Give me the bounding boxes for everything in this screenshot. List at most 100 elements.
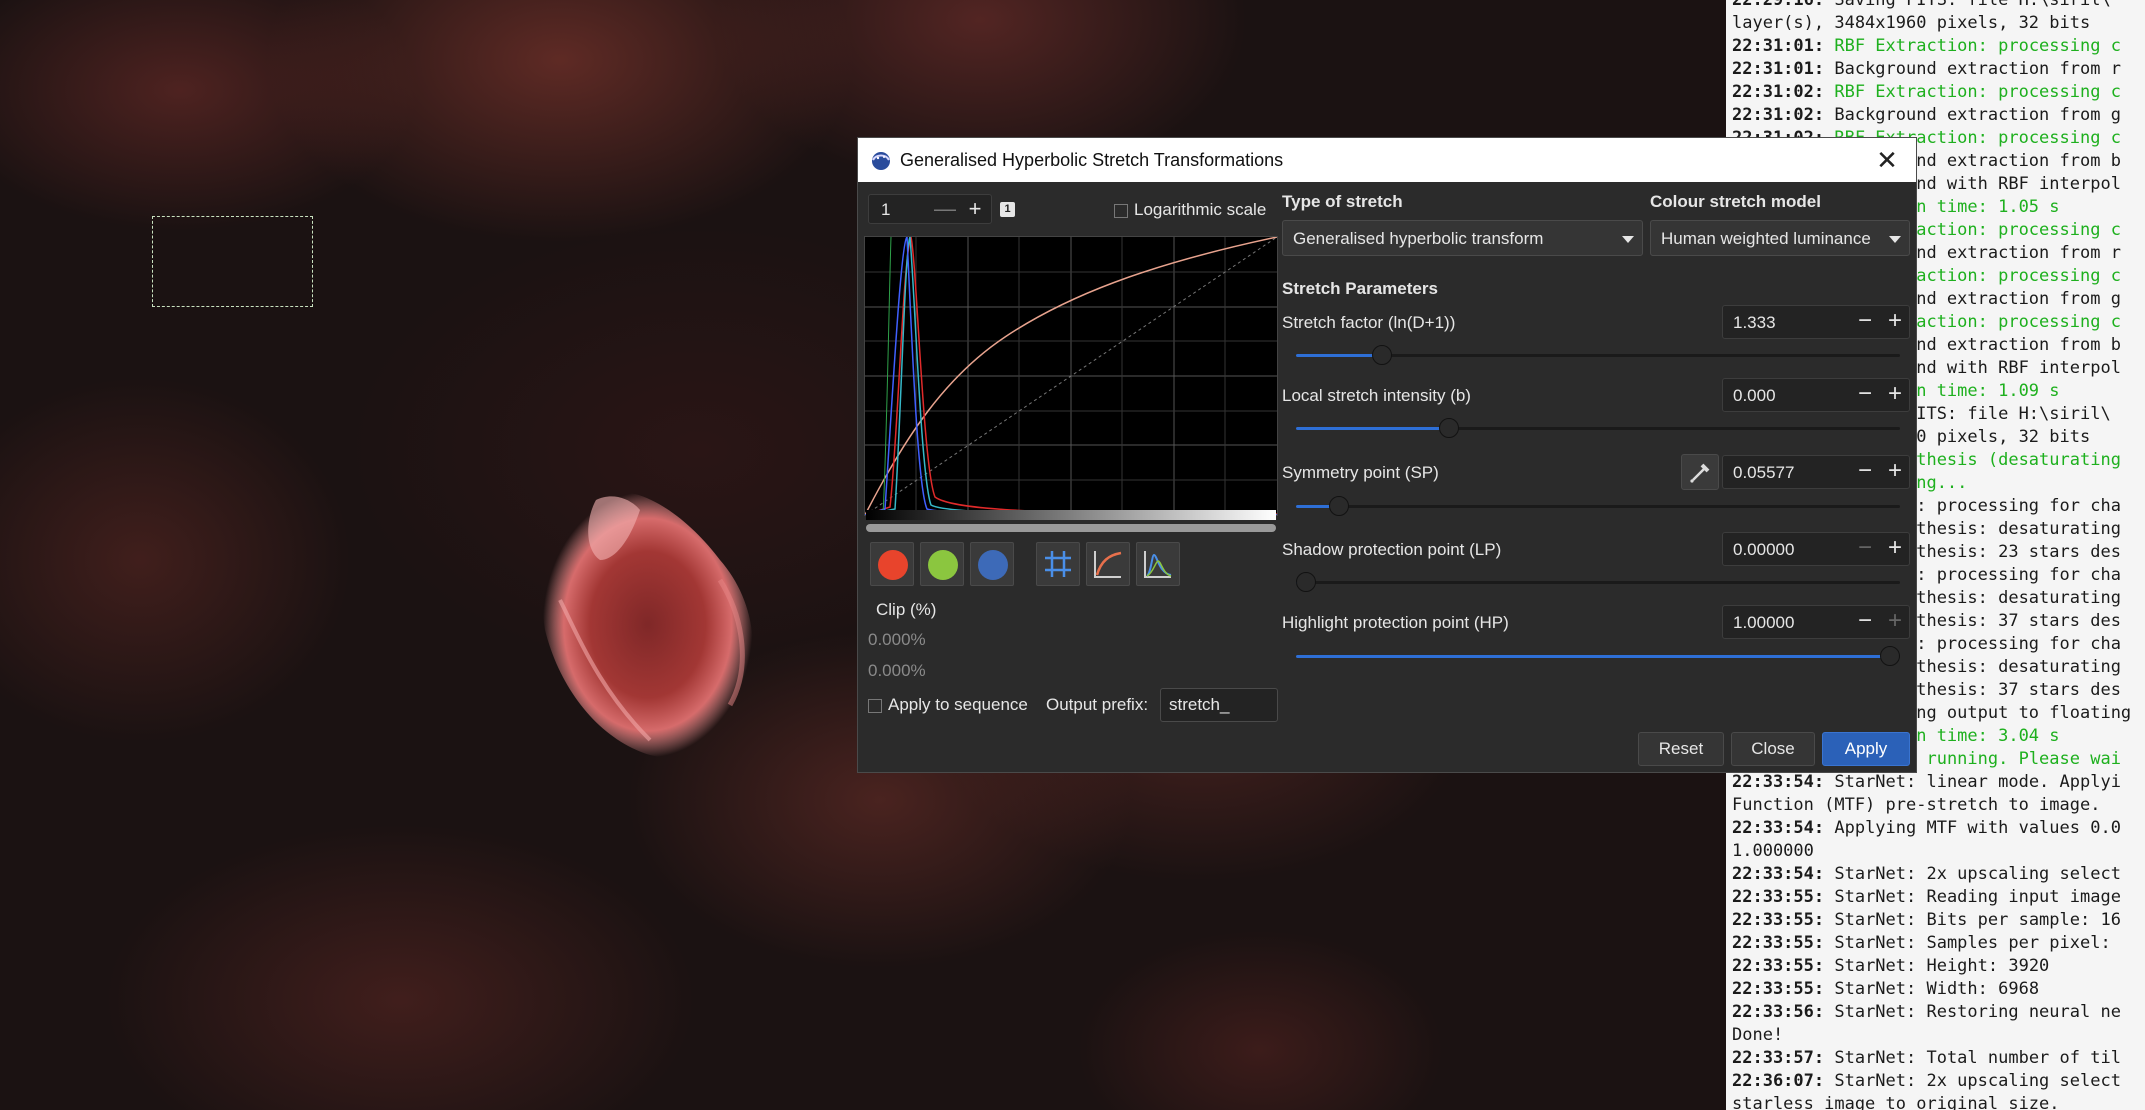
zoom-value[interactable]: 1	[881, 200, 890, 220]
shadow-protection-minus[interactable]: −	[1851, 534, 1879, 562]
log-line: 22:29:16: Saving FITS: file H:\siril\	[1726, 0, 2145, 12]
log-message: StarNet: Width: 6968	[1824, 979, 2040, 999]
log-line: layer(s), 3484x1960 pixels, 32 bits	[1726, 12, 2145, 35]
output-prefix-input[interactable]: stretch_	[1160, 688, 1278, 722]
green-channel-toggle[interactable]	[920, 542, 964, 586]
slider-handle[interactable]	[1372, 345, 1392, 365]
log-message: Function (MTF) pre-stretch to image.	[1732, 795, 2101, 815]
shadow-protection-slider[interactable]	[1296, 572, 1900, 592]
log-message: StarNet: Restoring neural ne	[1824, 1002, 2121, 1022]
log-message: StarNet: 2x upscaling select	[1824, 864, 2121, 884]
slider-handle[interactable]	[1880, 646, 1900, 666]
slider-handle[interactable]	[1439, 418, 1459, 438]
log-message: layer(s), 3484x1960 pixels, 32 bits	[1732, 13, 2091, 33]
blue-channel-toggle[interactable]	[970, 542, 1014, 586]
grid-toggle[interactable]	[1036, 542, 1080, 586]
symmetry-point-spinner[interactable]: 0.05577 − +	[1722, 455, 1910, 489]
histogram-scrollbar[interactable]	[866, 524, 1276, 532]
stretch-type-value: Generalised hyperbolic transform	[1293, 229, 1544, 248]
stretch-factor-slider[interactable]	[1296, 345, 1900, 365]
shadow-protection-plus[interactable]: +	[1881, 534, 1909, 562]
dropdown-arrow-icon	[1622, 236, 1634, 243]
log-line: 22:33:54: Applying MTF with values 0.0	[1726, 817, 2145, 840]
eyedropper-icon	[1690, 463, 1710, 483]
log-timestamp: 22:31:01:	[1732, 36, 1825, 56]
stretch-factor-plus[interactable]: +	[1881, 307, 1909, 335]
histogram-view[interactable]	[864, 236, 1278, 516]
stretch-factor-value[interactable]: 1.333	[1733, 313, 1776, 333]
slider-fill	[1296, 427, 1449, 430]
symmetry-picker-button[interactable]	[1681, 454, 1719, 490]
clip-label: Clip (%)	[876, 600, 937, 619]
checkbox-icon[interactable]	[1114, 203, 1128, 218]
histogram-icon	[1144, 551, 1172, 578]
log-line: 22:33:55: StarNet: Samples per pixel:	[1726, 932, 2145, 955]
reset-button[interactable]: Reset	[1638, 732, 1724, 766]
log-message: starless image to original size.	[1732, 1094, 2060, 1110]
checkbox-icon[interactable]	[868, 698, 882, 713]
apply-button[interactable]: Apply	[1822, 732, 1910, 766]
log-line: 22:31:01: RBF Extraction: processing c	[1726, 35, 2145, 58]
siril-app-icon	[872, 152, 890, 170]
local-intensity-spinner[interactable]: 0.000 − +	[1722, 378, 1910, 412]
dialog-titlebar[interactable]: Generalised Hyperbolic Stretch Transform…	[858, 138, 1916, 182]
symmetry-point-value[interactable]: 0.05577	[1733, 463, 1794, 483]
highlight-protection-slider[interactable]	[1296, 646, 1900, 666]
log-line: 22:31:01: Background extraction from r	[1726, 58, 2145, 81]
highlight-protection-plus[interactable]: +	[1881, 607, 1909, 635]
local-intensity-value[interactable]: 0.000	[1733, 386, 1776, 406]
selection-rectangle[interactable]	[152, 216, 313, 307]
symmetry-point-plus[interactable]: +	[1881, 457, 1909, 485]
local-intensity-minus[interactable]: −	[1851, 380, 1879, 408]
highlight-protection-minus[interactable]: −	[1851, 607, 1879, 635]
shadow-protection-value[interactable]: 0.00000	[1733, 540, 1794, 560]
zoom-reset-icon[interactable]: 1	[1000, 202, 1015, 217]
log-line: 22:33:55: StarNet: Bits per sample: 16	[1726, 909, 2145, 932]
curve-toggle[interactable]	[1086, 542, 1130, 586]
colour-model-select[interactable]: Human weighted luminance	[1650, 220, 1910, 256]
stretch-factor-spinner[interactable]: 1.333 − +	[1722, 305, 1910, 339]
zoom-minus-button[interactable]: —	[931, 196, 959, 222]
histogram-zoom-spinner[interactable]: 1 — +	[868, 194, 992, 224]
apply-sequence-checkbox[interactable]: Apply to sequence	[868, 695, 1028, 715]
highlight-protection-value[interactable]: 1.00000	[1733, 613, 1794, 633]
log-timestamp: 22:33:57:	[1732, 1048, 1825, 1068]
stretch-type-select[interactable]: Generalised hyperbolic transform	[1282, 220, 1643, 256]
close-icon[interactable]: ✕	[1874, 147, 1900, 173]
log-line: 22:33:57: StarNet: Total number of til	[1726, 1047, 2145, 1070]
slider-fill	[1296, 354, 1382, 357]
stretch-factor-minus[interactable]: −	[1851, 307, 1879, 335]
log-line: 22:33:55: StarNet: Reading input image	[1726, 886, 2145, 909]
log-timestamp: 22:33:55:	[1732, 956, 1825, 976]
curve-icon	[1094, 551, 1122, 578]
grid-icon	[1045, 551, 1071, 577]
log-line: 22:33:54: StarNet: linear mode. Applyi	[1726, 771, 2145, 794]
close-button[interactable]: Close	[1731, 732, 1815, 766]
log-message: Background extraction from r	[1824, 59, 2121, 79]
green-dot-icon	[928, 550, 958, 580]
shadow-protection-spinner[interactable]: 0.00000 − +	[1722, 532, 1910, 566]
log-line: 22:36:07: StarNet: 2x upscaling select	[1726, 1070, 2145, 1093]
log-line: 22:33:55: StarNet: Height: 3920	[1726, 955, 2145, 978]
type-of-stretch-label: Type of stretch	[1282, 192, 1403, 211]
red-dot-icon	[878, 550, 908, 580]
log-message: StarNet: Reading input image	[1824, 887, 2121, 907]
slider-handle[interactable]	[1296, 572, 1316, 592]
clip-low-value: 0.000%	[868, 630, 926, 649]
log-message: StarNet: 2x upscaling select	[1824, 1071, 2121, 1091]
highlight-protection-spinner[interactable]: 1.00000 − +	[1722, 605, 1910, 639]
red-channel-toggle[interactable]	[870, 542, 914, 586]
local-intensity-plus[interactable]: +	[1881, 380, 1909, 408]
histogram-toggle[interactable]	[1136, 542, 1180, 586]
symmetry-point-minus[interactable]: −	[1851, 457, 1879, 485]
log-message: 1.000000	[1732, 841, 1814, 861]
slider-handle[interactable]	[1329, 496, 1349, 516]
zoom-plus-button[interactable]: +	[961, 196, 989, 222]
symmetry-point-slider[interactable]	[1296, 496, 1900, 516]
log-line: 22:33:56: StarNet: Restoring neural ne	[1726, 1001, 2145, 1024]
log-message: StarNet: linear mode. Applyi	[1824, 772, 2121, 792]
slider-fill	[1296, 655, 1890, 658]
log-scale-checkbox[interactable]: Logarithmic scale	[1114, 200, 1266, 220]
local-intensity-slider[interactable]	[1296, 418, 1900, 438]
shadow-protection-label: Shadow protection point (LP)	[1282, 540, 1502, 559]
